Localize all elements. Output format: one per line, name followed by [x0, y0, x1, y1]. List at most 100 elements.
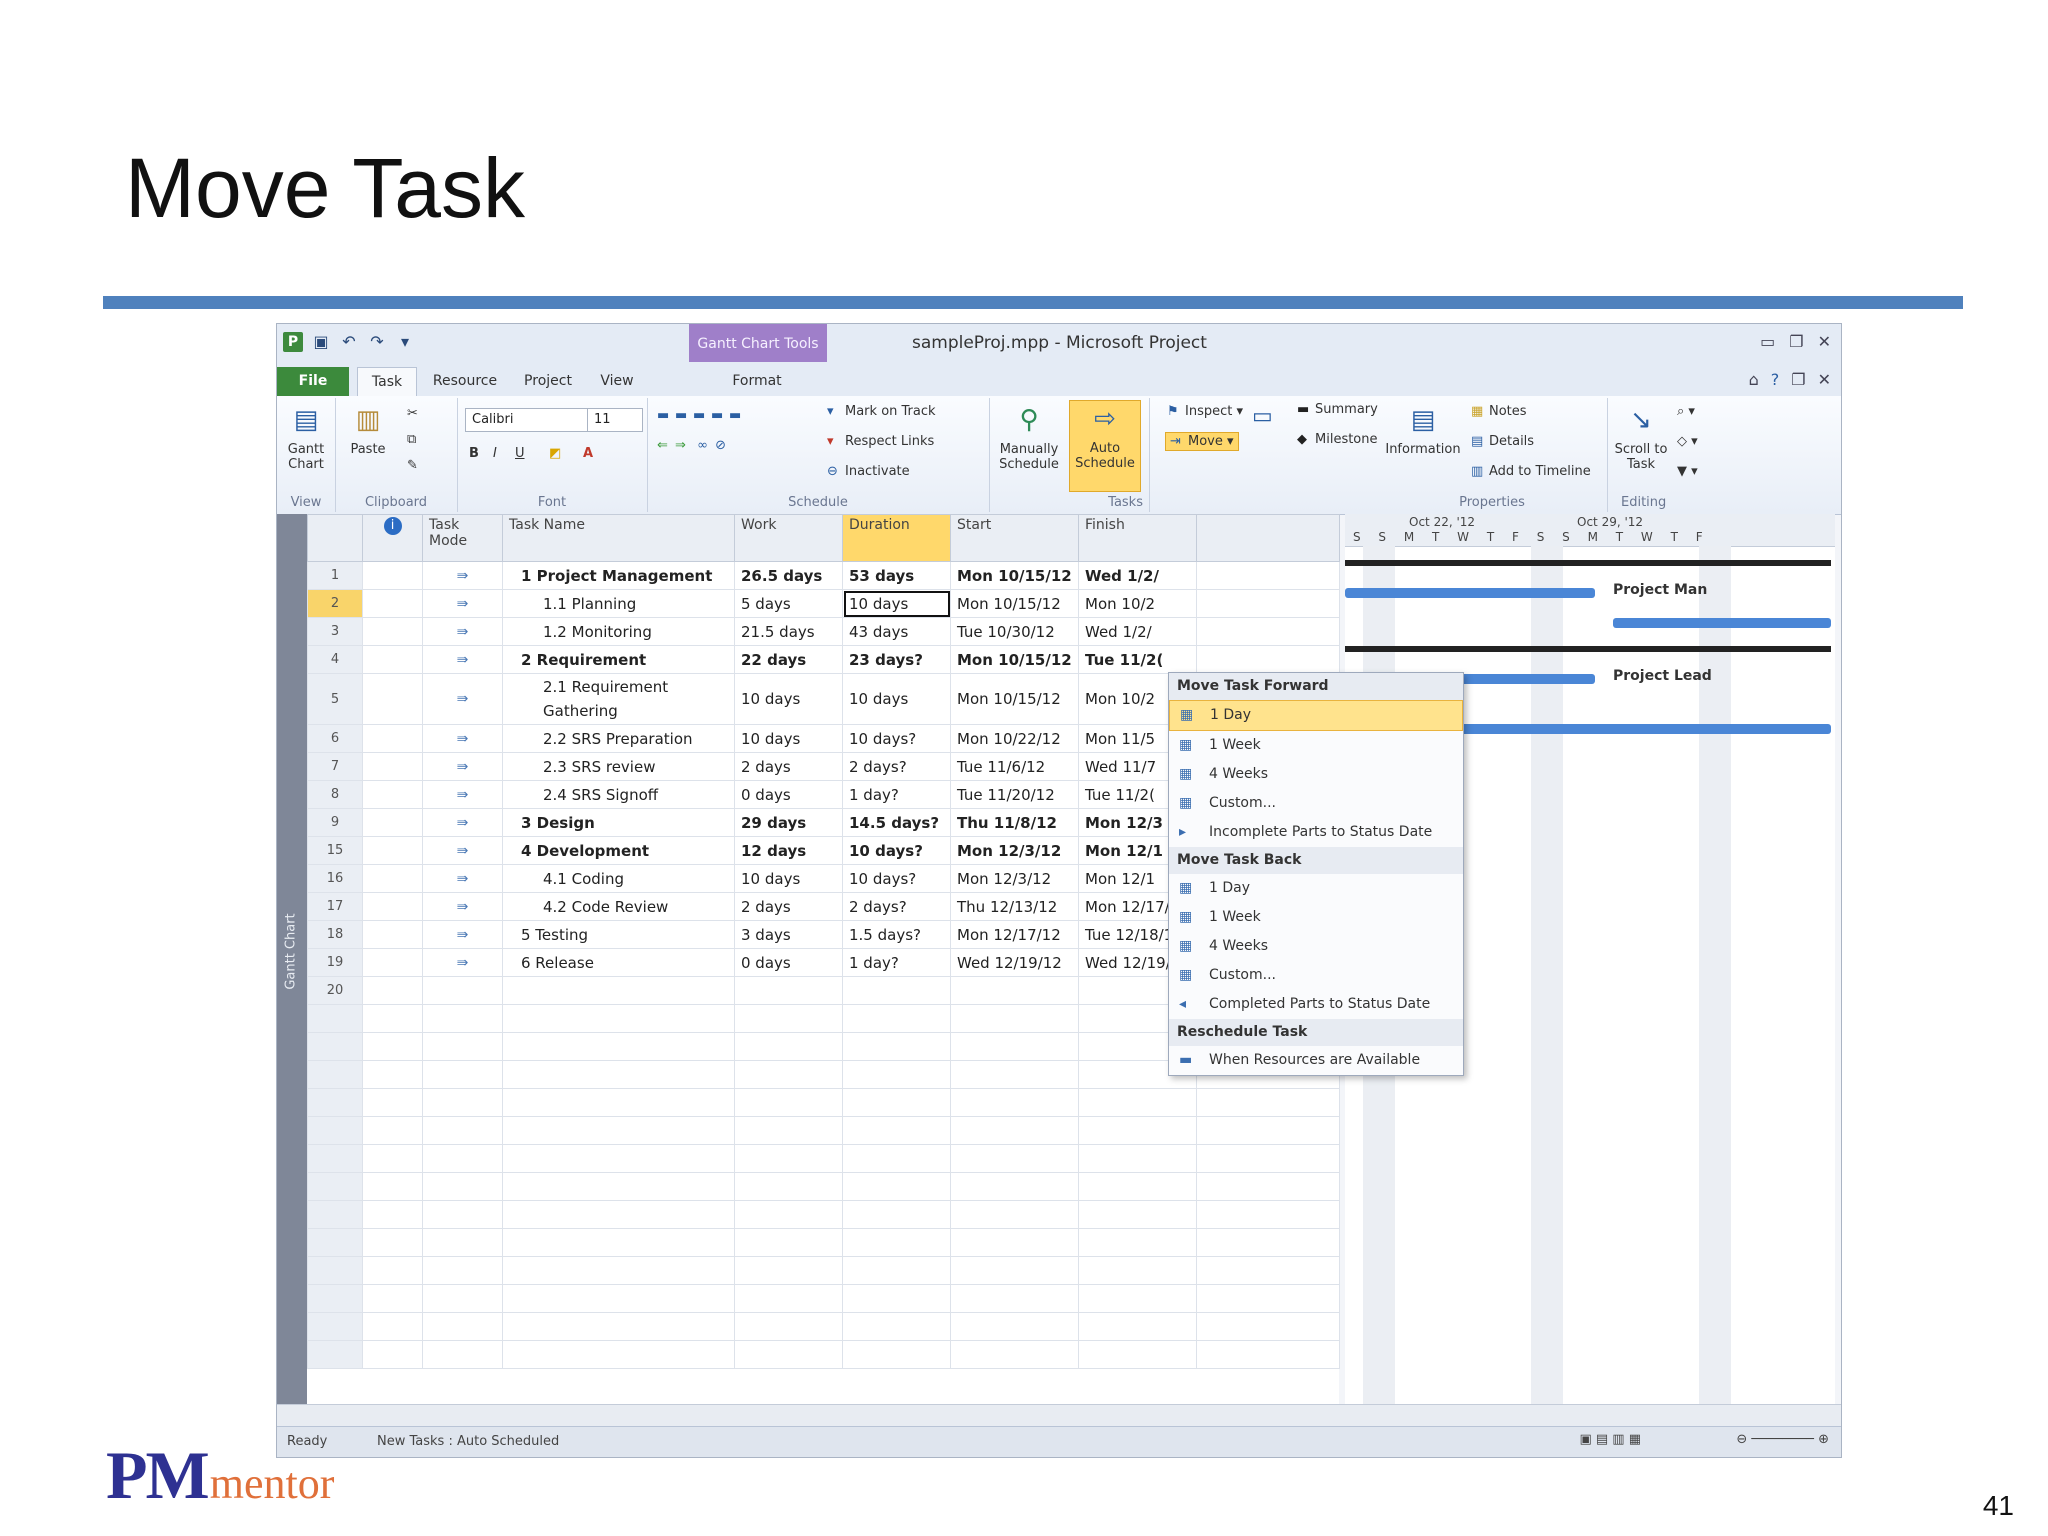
- duration-cell[interactable]: [842, 976, 951, 1005]
- task-bar[interactable]: [1613, 618, 1831, 628]
- predecessors-cell[interactable]: [1196, 617, 1340, 646]
- task-name-cell[interactable]: 4 Development: [502, 836, 735, 865]
- scroll-to-task-button[interactable]: ↘ Scroll to Task: [1611, 402, 1671, 472]
- font-size-select[interactable]: 11: [587, 408, 643, 432]
- task-mode-cell[interactable]: ⇛: [422, 836, 503, 865]
- ribbon-minimize-icon[interactable]: ⌂: [1749, 370, 1759, 389]
- start-cell[interactable]: Mon 12/3/12: [950, 836, 1079, 865]
- row-number-header[interactable]: [307, 514, 363, 562]
- start-cell[interactable]: Mon 10/15/12: [950, 673, 1079, 725]
- row-number[interactable]: 8: [307, 780, 363, 809]
- move-forward-1-day[interactable]: ▦ 1 Day: [1169, 700, 1463, 731]
- task-mode-cell[interactable]: ⇛: [422, 561, 503, 590]
- row-number[interactable]: 2: [307, 589, 363, 618]
- empty-row[interactable]: [307, 1228, 1340, 1257]
- close-icon[interactable]: ✕: [1818, 332, 1831, 351]
- duration-cell[interactable]: 10 days: [842, 673, 951, 725]
- task-name-cell[interactable]: 5 Testing: [502, 920, 735, 949]
- work-cell[interactable]: [734, 976, 843, 1005]
- fill-icon[interactable]: ▼ ▾: [1677, 464, 1698, 479]
- task-mode-cell[interactable]: ⇛: [422, 808, 503, 837]
- tab-view[interactable]: View: [587, 367, 647, 396]
- row-number[interactable]: 18: [307, 920, 363, 949]
- task-name-cell[interactable]: 2 Requirement: [502, 645, 735, 674]
- predecessors-cell[interactable]: [1196, 561, 1340, 590]
- start-cell[interactable]: Tue 11/6/12: [950, 752, 1079, 781]
- duration-cell[interactable]: 1 day?: [842, 948, 951, 977]
- redo-icon[interactable]: ↷: [367, 332, 387, 352]
- empty-row[interactable]: [307, 1172, 1340, 1201]
- task-name-cell[interactable]: 2.1 Requirement Gathering: [502, 673, 735, 725]
- row-number[interactable]: 4: [307, 645, 363, 674]
- task-name-cell[interactable]: 1.1 Planning: [502, 589, 735, 618]
- empty-row[interactable]: [307, 1284, 1340, 1313]
- duration-cell[interactable]: 1.5 days?: [842, 920, 951, 949]
- start-cell[interactable]: Mon 12/3/12: [950, 864, 1079, 893]
- doc-close-icon[interactable]: ✕: [1818, 370, 1831, 389]
- task-mode-cell[interactable]: ⇛: [422, 673, 503, 725]
- table-row[interactable]: 4 ⇛ 2 Requirement 22 days 23 days? Mon 10/15/…: [307, 645, 1340, 674]
- format-painter-icon[interactable]: ✎: [407, 458, 418, 473]
- customize-qat-icon[interactable]: ▾: [395, 332, 415, 352]
- row-number[interactable]: 9: [307, 808, 363, 837]
- mark-on-track-button[interactable]: ▾ Mark on Track: [827, 404, 936, 419]
- table-row[interactable]: 2 ⇛ 1.1 Planning 5 days 10 days Mon 10/15/12 M…: [307, 589, 1340, 618]
- start-cell[interactable]: Thu 11/8/12: [950, 808, 1079, 837]
- task-name-cell[interactable]: 3 Design: [502, 808, 735, 837]
- row-number[interactable]: 15: [307, 836, 363, 865]
- task-mode-cell[interactable]: [422, 976, 503, 1005]
- tab-task[interactable]: Task: [357, 367, 417, 397]
- start-cell[interactable]: Mon 10/15/12: [950, 589, 1079, 618]
- task-mode-header[interactable]: Task Mode: [422, 514, 503, 562]
- task-bar[interactable]: [1401, 724, 1831, 734]
- move-incomplete-to-status-date[interactable]: ▸ Incomplete Parts to Status Date: [1169, 818, 1463, 847]
- copy-icon[interactable]: ⧉: [407, 432, 416, 447]
- task-mode-cell[interactable]: ⇛: [422, 864, 503, 893]
- predecessors-header[interactable]: [1196, 514, 1340, 562]
- work-header[interactable]: Work: [734, 514, 843, 562]
- italic-button[interactable]: I: [493, 446, 497, 461]
- table-row[interactable]: 1 ⇛ 1 Project Management 26.5 days 53 days Mo…: [307, 561, 1340, 590]
- row-number[interactable]: 5: [307, 673, 363, 725]
- row-number[interactable]: 7: [307, 752, 363, 781]
- work-cell[interactable]: 10 days: [734, 673, 843, 725]
- empty-row[interactable]: [307, 1144, 1340, 1173]
- percent-complete-icons[interactable]: ▬ ▬ ▬ ▬ ▬: [657, 408, 747, 423]
- task-name-cell[interactable]: 4.2 Code Review: [502, 892, 735, 921]
- work-cell[interactable]: 5 days: [734, 589, 843, 618]
- tab-project[interactable]: Project: [513, 367, 583, 396]
- notes-button[interactable]: ▦ Notes: [1471, 404, 1527, 419]
- duration-cell[interactable]: 2 days?: [842, 752, 951, 781]
- move-forward-custom[interactable]: ▦ Custom...: [1169, 789, 1463, 818]
- task-name-cell[interactable]: 1.2 Monitoring: [502, 617, 735, 646]
- tab-file[interactable]: File: [277, 367, 349, 396]
- finish-cell[interactable]: Wed 1/2/: [1078, 617, 1197, 646]
- duration-cell[interactable]: 53 days: [842, 561, 951, 590]
- bold-button[interactable]: B: [469, 446, 479, 461]
- help-icon[interactable]: ?: [1771, 370, 1780, 389]
- start-cell[interactable]: Wed 12/19/12: [950, 948, 1079, 977]
- move-back-1-day[interactable]: ▦ 1 Day: [1169, 874, 1463, 903]
- summary-button[interactable]: ▬ Summary: [1297, 402, 1378, 417]
- task-mode-cell[interactable]: ⇛: [422, 892, 503, 921]
- tab-resource[interactable]: Resource: [425, 367, 505, 396]
- manually-schedule-button[interactable]: ⚲ Manually Schedule: [993, 402, 1065, 472]
- work-cell[interactable]: 10 days: [734, 724, 843, 753]
- status-new-tasks[interactable]: New Tasks : Auto Scheduled: [377, 1434, 559, 1449]
- finish-header[interactable]: Finish: [1078, 514, 1197, 562]
- row-number[interactable]: 19: [307, 948, 363, 977]
- indicators-header[interactable]: i: [362, 514, 423, 562]
- move-completed-to-status-date[interactable]: ◂ Completed Parts to Status Date: [1169, 990, 1463, 1019]
- finish-cell[interactable]: Tue 11/2(: [1078, 645, 1197, 674]
- work-cell[interactable]: 10 days: [734, 864, 843, 893]
- start-cell[interactable]: Mon 10/15/12: [950, 645, 1079, 674]
- milestone-button[interactable]: ◆ Milestone: [1297, 432, 1378, 447]
- finish-cell[interactable]: Wed 1/2/: [1078, 561, 1197, 590]
- task-mode-cell[interactable]: ⇛: [422, 948, 503, 977]
- underline-button[interactable]: U: [515, 446, 525, 461]
- save-icon[interactable]: ▣: [311, 332, 331, 352]
- font-color-icon[interactable]: A: [583, 446, 593, 461]
- empty-row[interactable]: [307, 1200, 1340, 1229]
- task-name-cell[interactable]: 2.2 SRS Preparation: [502, 724, 735, 753]
- work-cell[interactable]: 2 days: [734, 892, 843, 921]
